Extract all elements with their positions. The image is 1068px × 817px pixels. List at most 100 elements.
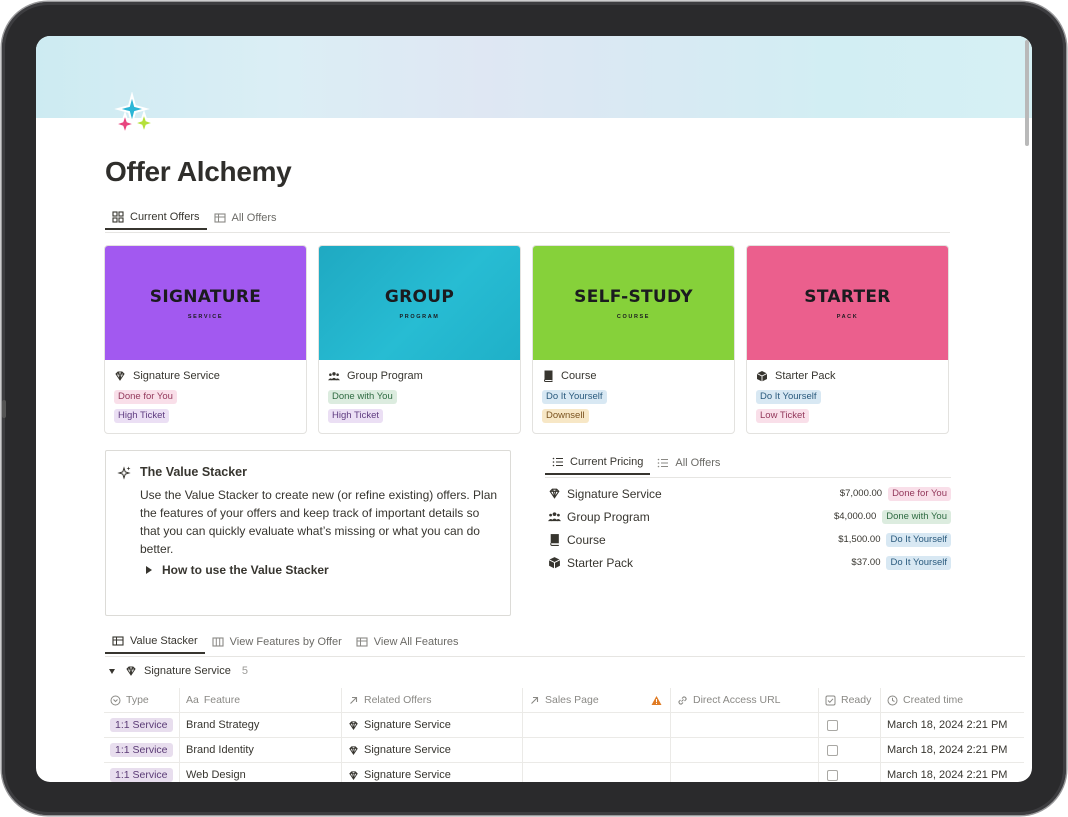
- board-icon: [212, 637, 224, 647]
- column-header-direct-access-url[interactable]: Direct Access URL: [671, 688, 819, 712]
- page-title: Offer Alchemy: [105, 156, 292, 187]
- book-icon: [550, 534, 559, 546]
- checkbox-icon: [825, 695, 836, 705]
- ready-checkbox[interactable]: [827, 719, 838, 731]
- table-icon: [213, 213, 226, 223]
- scrollbar[interactable]: [1025, 40, 1029, 146]
- page-cover: [36, 36, 1032, 118]
- tab-pricing-all-offers[interactable]: All Offers: [650, 451, 727, 475]
- feature-cell[interactable]: Brand Identity: [180, 738, 342, 762]
- tab-label: View All Features: [373, 636, 459, 648]
- tab-label: All Offers: [231, 212, 277, 224]
- card-cover: GROUP PROGRAM: [319, 246, 520, 360]
- tab-current-offers[interactable]: Current Offers: [105, 206, 207, 230]
- ready-checkbox[interactable]: [827, 744, 838, 756]
- sparkle-icon: [117, 466, 131, 480]
- how-to-toggle[interactable]: How to use the Value Stacker: [146, 563, 329, 577]
- column-label: Direct Access URL: [693, 694, 781, 706]
- pricing-row[interactable]: Group Program $4,000.00 Done with You: [548, 505, 951, 528]
- gallery-view-tabs: Current Offers All Offers: [105, 206, 284, 230]
- sales-page-cell[interactable]: [523, 738, 671, 762]
- toggle-label: How to use the Value Stacker: [162, 563, 329, 577]
- direct-access-url-cell[interactable]: [671, 713, 819, 737]
- related-offers-cell[interactable]: Signature Service: [342, 763, 523, 782]
- card-title-label: Course: [561, 370, 597, 382]
- feature-cell[interactable]: Web Design: [180, 763, 342, 782]
- sales-page-cell[interactable]: [523, 713, 671, 737]
- offer-card-course[interactable]: SELF-STUDY COURSE Course Do It Yourself …: [532, 245, 735, 434]
- card-cover: SIGNATURE SERVICE: [105, 246, 306, 360]
- tab-features-by-offer[interactable]: View Features by Offer: [205, 630, 349, 654]
- card-title: Starter Pack: [756, 368, 948, 384]
- column-header-feature[interactable]: Aa Feature: [180, 688, 342, 712]
- related-offers-cell[interactable]: Signature Service: [342, 738, 523, 762]
- tab-value-stacker[interactable]: Value Stacker: [105, 630, 205, 654]
- tab-all-offers[interactable]: All Offers: [207, 206, 284, 230]
- group-count: 5: [241, 665, 248, 677]
- ticket-tag: High Ticket: [328, 409, 383, 423]
- pricing-name: Signature Service: [567, 486, 662, 501]
- type-cell[interactable]: 1:1 Service: [104, 763, 180, 782]
- direct-access-url-cell[interactable]: [671, 763, 819, 782]
- pricing-name: Course: [567, 532, 606, 547]
- type-cell[interactable]: 1:1 Service: [104, 738, 180, 762]
- offer-type-tag: Do It Yourself: [542, 390, 607, 404]
- ready-cell: [819, 713, 881, 737]
- card-title-label: Group Program: [347, 370, 423, 382]
- pricing-row[interactable]: Course $1,500.00 Do It Yourself: [548, 528, 951, 551]
- collapse-triangle-icon[interactable]: [109, 668, 115, 674]
- clock-icon: [887, 695, 898, 705]
- toggle-triangle-icon[interactable]: [146, 566, 152, 574]
- offer-type-tag: Do It Yourself: [756, 390, 821, 404]
- column-header-created-time[interactable]: Created time: [881, 688, 1024, 712]
- link-icon: [678, 695, 687, 705]
- column-label: Ready: [841, 694, 872, 706]
- related-offers-cell[interactable]: Signature Service: [342, 713, 523, 737]
- offer-card-group[interactable]: GROUP PROGRAM Group Program Done with Yo…: [318, 245, 521, 434]
- column-header-type[interactable]: Type: [104, 688, 180, 712]
- column-header-ready[interactable]: Ready: [819, 688, 881, 712]
- related-offer-link[interactable]: Signature Service: [364, 769, 451, 781]
- ready-cell: [819, 763, 881, 782]
- type-cell[interactable]: 1:1 Service: [104, 713, 180, 737]
- direct-access-url-cell[interactable]: [671, 738, 819, 762]
- sales-page-cell[interactable]: [523, 763, 671, 782]
- column-header-related-offers[interactable]: Related Offers: [342, 688, 523, 712]
- book-icon: [543, 370, 553, 382]
- table-row[interactable]: 1:1 Service Brand Identity Signature Ser…: [104, 738, 1024, 763]
- cover-subtitle: SERVICE: [187, 313, 224, 320]
- table-row[interactable]: 1:1 Service Brand Strategy Signature Ser…: [104, 713, 1024, 738]
- feature-cell[interactable]: Brand Strategy: [180, 713, 342, 737]
- features-table: Type Aa Feature Related Offers Sales Pag…: [104, 688, 1024, 782]
- text-type-icon: Aa: [186, 694, 199, 706]
- offer-type-tag: Done with You: [328, 390, 397, 404]
- tab-all-features[interactable]: View All Features: [349, 630, 466, 654]
- offer-card-starter[interactable]: STARTER PACK Starter Pack Do It Yourself…: [746, 245, 949, 434]
- tablet-side-button: [2, 400, 6, 418]
- related-offer-link[interactable]: Signature Service: [364, 719, 451, 731]
- sparkles-icon[interactable]: [110, 92, 160, 144]
- arrow-up-right-icon: [350, 696, 358, 704]
- column-label: Type: [126, 694, 149, 706]
- pricing-value: $4,000.00: [833, 511, 877, 522]
- offer-gallery: SIGNATURE SERVICE Signature Service Done…: [104, 245, 949, 434]
- tabs-divider: [105, 656, 1025, 657]
- cover-title: GROUP: [384, 286, 455, 307]
- card-title: Course: [542, 368, 734, 384]
- table-row[interactable]: 1:1 Service Web Design Signature Service…: [104, 763, 1024, 782]
- column-header-sales-page[interactable]: Sales Page: [523, 688, 671, 712]
- pricing-row[interactable]: Starter Pack $37.00 Do It Yourself: [548, 551, 951, 574]
- gem-icon: [349, 720, 358, 730]
- pricing-row[interactable]: Signature Service $7,000.00 Done for You: [548, 482, 951, 505]
- tab-current-pricing[interactable]: Current Pricing: [545, 451, 651, 475]
- related-offer-link[interactable]: Signature Service: [364, 744, 451, 756]
- select-icon: [110, 695, 121, 705]
- ticket-tag: Downsell: [542, 409, 589, 423]
- tabs-divider: [105, 232, 950, 233]
- ready-checkbox[interactable]: [827, 769, 838, 781]
- offer-card-signature[interactable]: SIGNATURE SERVICE Signature Service Done…: [104, 245, 307, 434]
- group-header[interactable]: Signature Service 5: [109, 665, 248, 677]
- table-header-row: Type Aa Feature Related Offers Sales Pag…: [104, 688, 1024, 713]
- pricing-name: Group Program: [567, 509, 650, 524]
- column-label: Feature: [203, 694, 241, 706]
